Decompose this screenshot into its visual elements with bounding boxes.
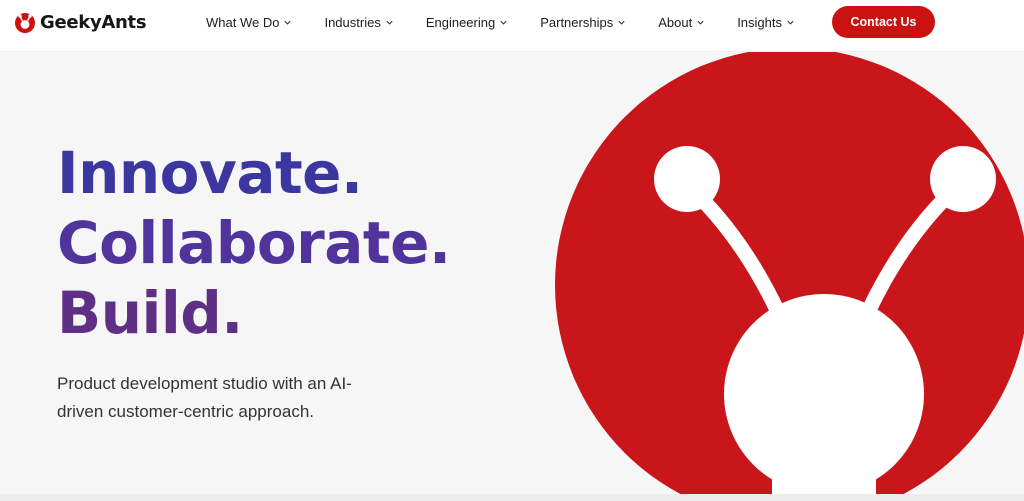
antenna-tip-right [930,146,996,212]
hero-section: Innovate. Collaborate. Build. Product de… [0,52,1024,501]
nav-item-engineering[interactable]: Engineering [426,15,508,30]
top-navbar: GeekyAnts What We Do Industries Engineer… [0,0,1024,52]
brand-name: GeekyAnts [40,11,147,33]
ant-head-shape [724,294,924,494]
nav-item-industries[interactable]: Industries [324,15,393,30]
chevron-down-icon [500,20,507,25]
chevron-down-icon [284,20,292,25]
nav-item-label: Industries [324,14,381,30]
nav-item-what-we-do[interactable]: What We Do [206,15,292,30]
chevron-down-icon [787,20,794,25]
nav-item-insights[interactable]: Insights [737,15,795,30]
contact-us-button[interactable]: Contact Us [832,6,935,38]
nav-item-partnerships[interactable]: Partnerships [540,15,626,30]
nav-item-label: About [658,14,693,30]
antenna-tip-left [654,146,720,212]
chevron-down-icon [618,20,625,25]
ant-logo-icon [15,13,35,33]
subtitle-line: Product development studio with an AI- [57,374,352,393]
headline-line-collaborate: Collaborate. [57,209,451,277]
headline-line-build: Build. [57,279,243,347]
main-menu: What We Do Industries Engineering Partne… [206,0,795,44]
next-section-edge [0,494,1024,501]
logo[interactable]: GeekyAnts [14,10,147,34]
hero-subtitle: Product development studio with an AI- d… [57,370,387,426]
nav-item-about[interactable]: About [658,15,705,30]
nav-item-label: Engineering [425,14,496,30]
subtitle-line: driven customer-centric approach. [57,402,315,421]
nav-item-label: What We Do [206,14,280,30]
nav-item-label: Insights [737,14,782,30]
chevron-down-icon [697,20,704,25]
nav-item-label: Partnerships [540,14,614,30]
headline-line-innovate: Innovate. [57,139,363,207]
hero-headline: Innovate. Collaborate. Build. [57,138,517,348]
chevron-down-icon [386,20,393,25]
